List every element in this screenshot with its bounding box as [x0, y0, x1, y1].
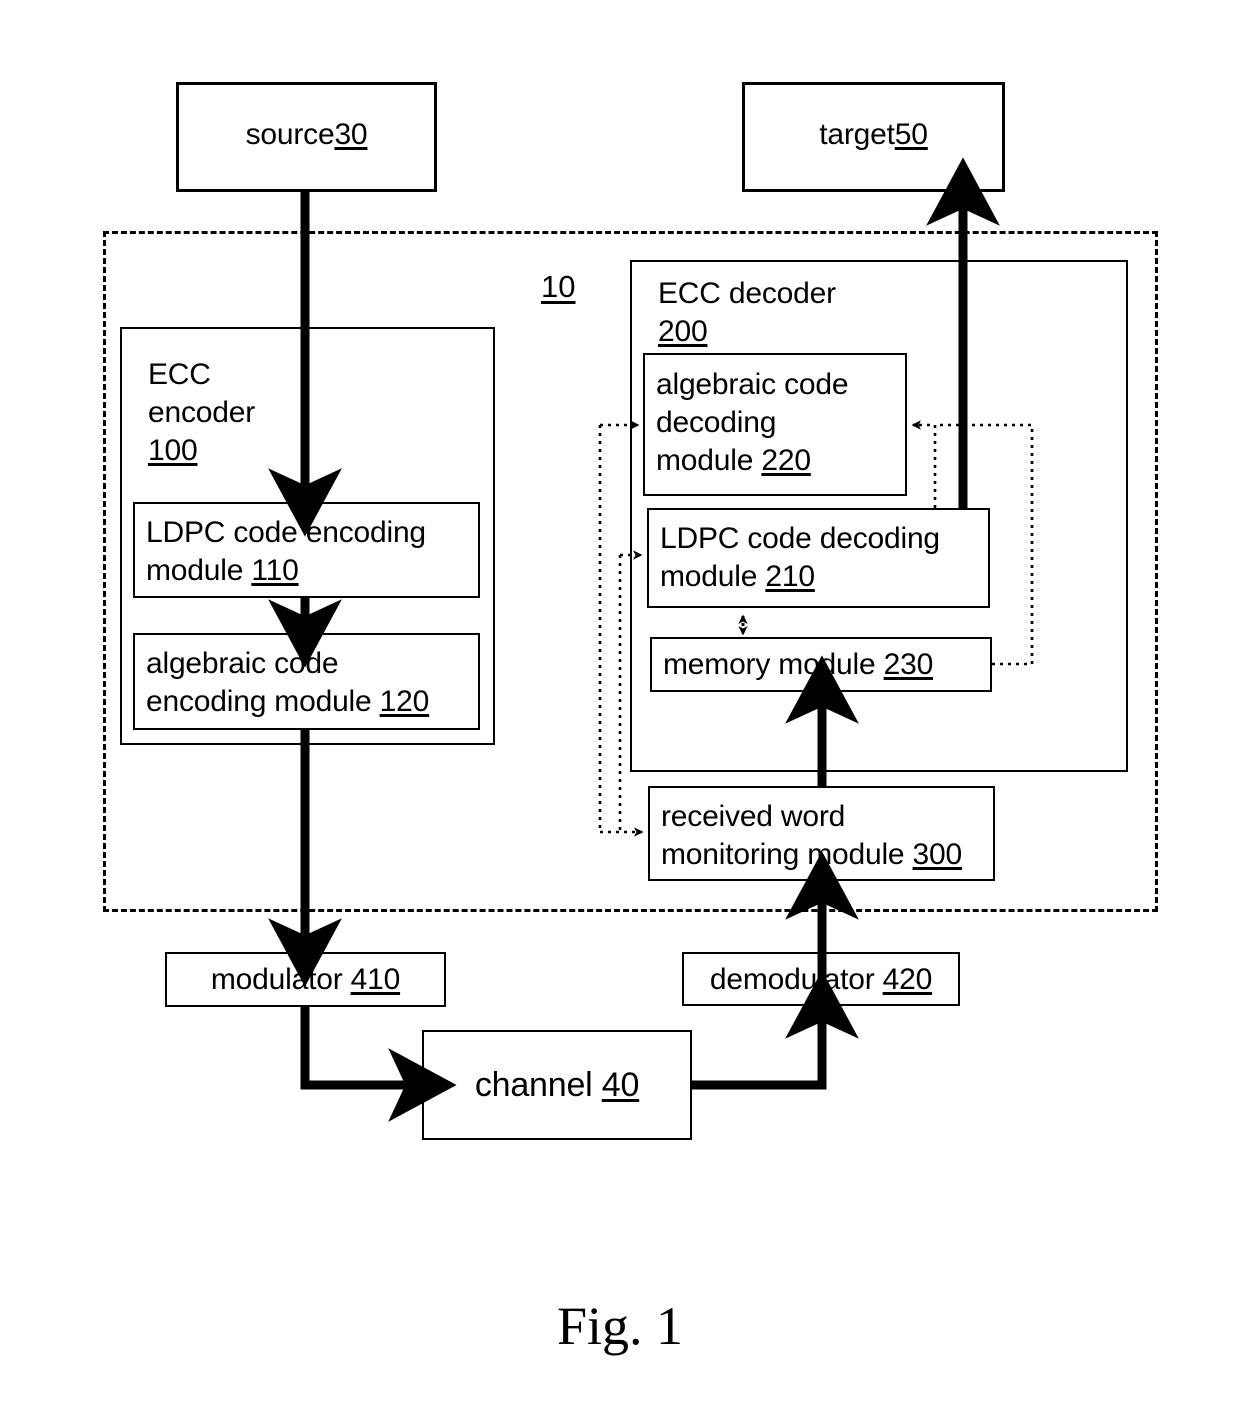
- node-algebraic-encoding-module-label: algebraic code encoding module 120: [146, 647, 430, 718]
- node-ecc-encoder-label: ECC encoder 100: [148, 358, 256, 467]
- node-demodulator-label: demodulator 420: [709, 963, 933, 996]
- node-ecc-decoder-label: ECC decoder 200: [658, 277, 836, 348]
- patent-figure-page: 10 source30 target50 ECC encoder 100 LDP…: [0, 0, 1240, 1419]
- node-target-label: target50: [819, 118, 928, 151]
- node-memory-module-label: memory module 230: [663, 648, 934, 681]
- node-modulator-label: modulator 410: [210, 963, 401, 996]
- node-ldpc-decoding-module-label: LDPC code decoding module 210: [660, 522, 940, 593]
- node-algebraic-decoding-module-label: algebraic code decoding module 220: [656, 368, 849, 477]
- node-received-word-monitoring-module-label: received word monitoring module 300: [661, 800, 963, 871]
- node-source-label: source30: [245, 118, 368, 151]
- figure-caption: Fig. 1: [556, 1296, 684, 1356]
- system-ref-label: 10: [541, 269, 576, 304]
- node-channel-label: channel 40: [474, 1066, 640, 1104]
- node-ldpc-encoding-module-label: LDPC code encoding module 110: [146, 516, 426, 587]
